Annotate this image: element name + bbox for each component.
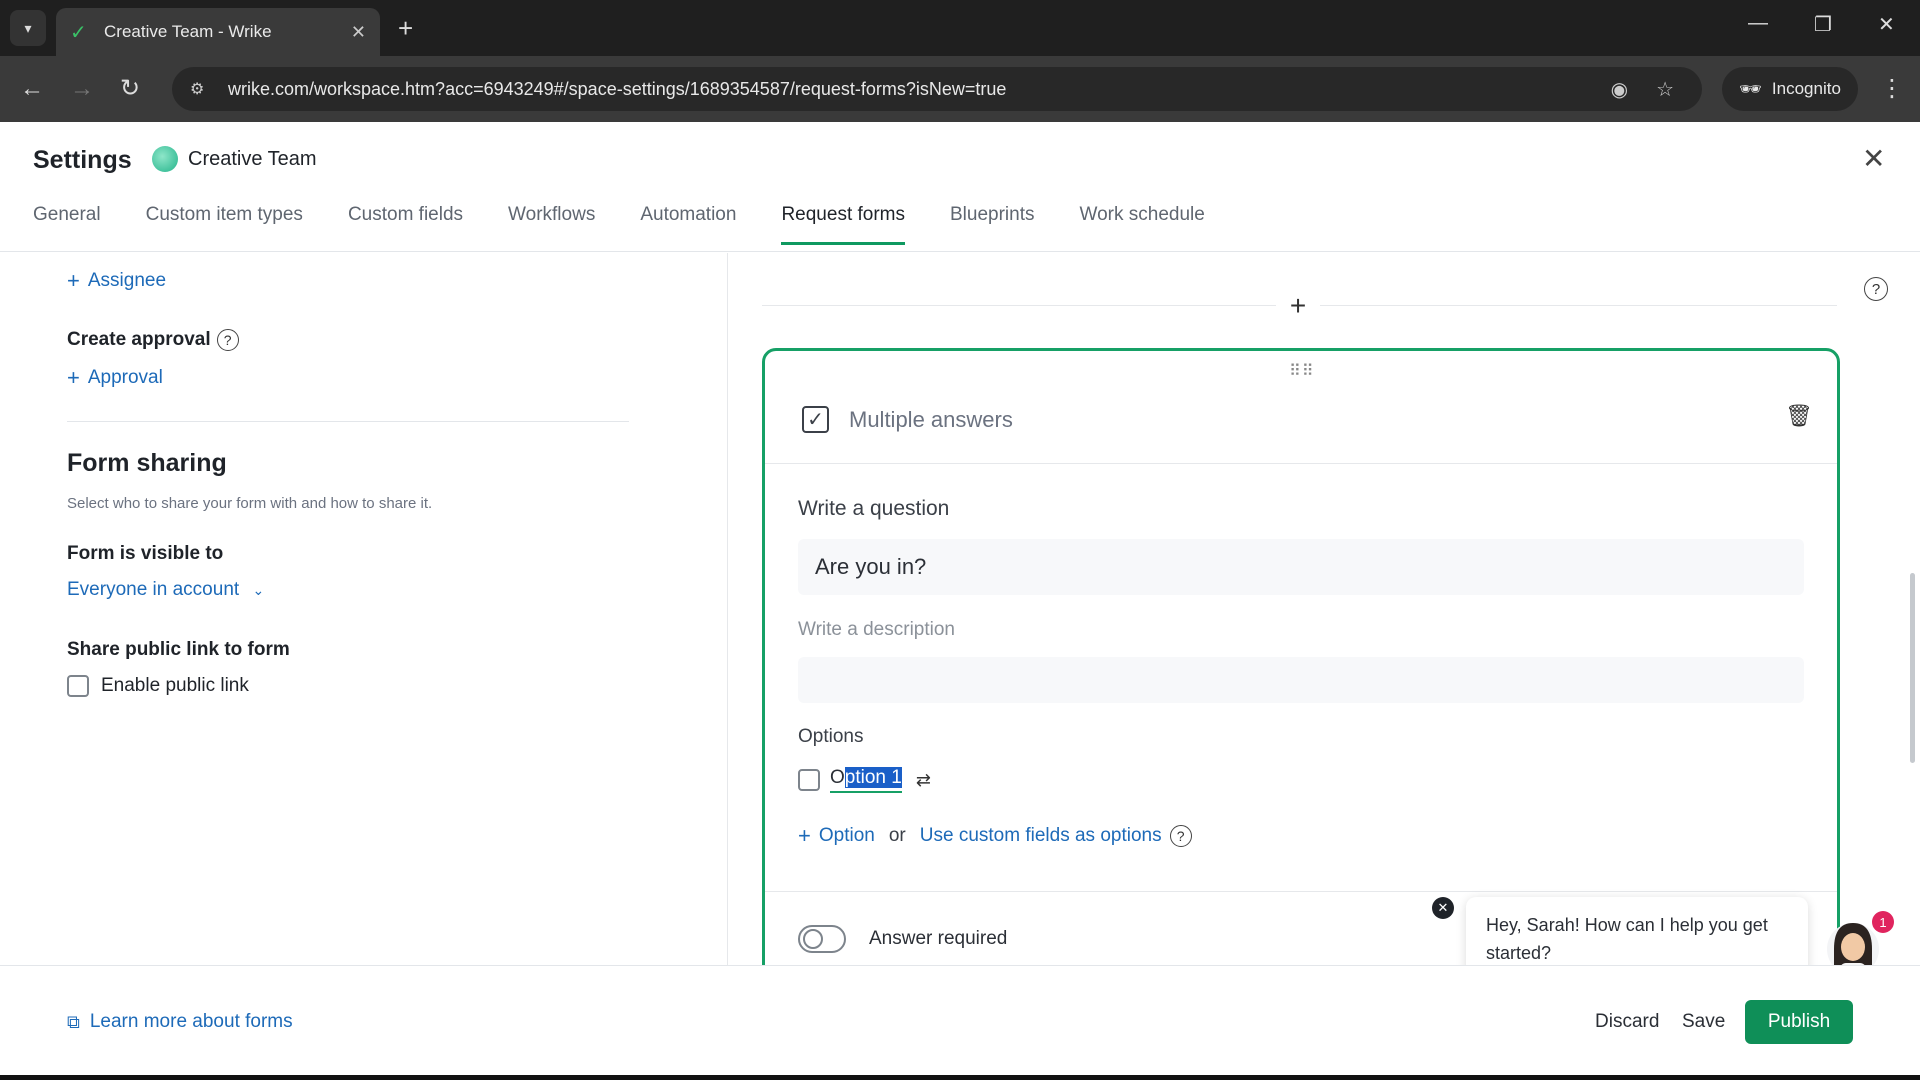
tab-search-icon[interactable]: ▾ (10, 10, 46, 46)
browser-menu-icon[interactable]: ⋮ (1880, 74, 1904, 103)
plus-icon: + (67, 365, 80, 390)
divider (765, 463, 1837, 464)
help-icon[interactable]: ? (1169, 825, 1192, 847)
incognito-indicator[interactable]: 🕶 Incognito (1722, 67, 1858, 111)
tab-general[interactable]: General (33, 204, 101, 245)
tab-title: Creative Team - Wrike (104, 22, 272, 41)
page-title: Settings (33, 146, 132, 174)
help-icon[interactable]: ? (216, 329, 239, 351)
write-description-label: Write a description (798, 619, 955, 640)
forward-icon[interactable]: → (70, 74, 94, 104)
divider (765, 891, 1837, 892)
question-card[interactable]: ⠿⠿ ✓ Multiple answers 🗑 Write a question… (762, 348, 1840, 965)
add-question-button[interactable]: + (1276, 284, 1320, 328)
tab-custom-fields[interactable]: Custom fields (348, 204, 463, 245)
discard-button[interactable]: Discard (1595, 1011, 1659, 1033)
chevron-down-icon: ⌄ (252, 582, 265, 598)
minimize-icon[interactable]: — (1748, 12, 1768, 35)
write-question-label: Write a question (798, 497, 950, 520)
publish-button[interactable]: Publish (1745, 1000, 1853, 1044)
add-option-row: + Option or Use custom fields as options… (798, 823, 1192, 849)
add-assignee-label: Assignee (87, 270, 167, 291)
settings-header: Settings Creative Team ✕ General Custom … (0, 122, 1920, 252)
settings-tabs: General Custom item types Custom fields … (33, 204, 1250, 245)
tab-request-forms[interactable]: Request forms (781, 204, 905, 245)
help-icon[interactable]: ? (1864, 277, 1888, 301)
external-link-icon: ⧉ (67, 1011, 80, 1032)
space-name: Creative Team (188, 148, 317, 170)
chat-close-icon[interactable]: ✕ (1432, 897, 1454, 919)
site-info-icon[interactable]: ⚙ (190, 79, 220, 99)
learn-more-label: Learn more about forms (89, 1011, 293, 1032)
space-avatar-icon (152, 146, 178, 172)
scrollbar-thumb[interactable] (1910, 573, 1915, 763)
add-option-link[interactable]: Option (819, 825, 875, 847)
eye-off-icon[interactable]: ◉ (1611, 77, 1628, 102)
tab-close-icon[interactable]: ✕ (351, 22, 366, 43)
window-close-icon[interactable]: ✕ (1878, 12, 1895, 37)
tab-automation[interactable]: Automation (640, 204, 736, 245)
option-text-selection: ption 1 (844, 767, 902, 788)
option-text-prefix: O (830, 767, 845, 788)
question-type-label[interactable]: Multiple answers (849, 407, 1013, 433)
create-approval-heading: Create approval ? (67, 329, 239, 351)
plus-icon: + (67, 268, 80, 293)
bookmark-star-icon[interactable]: ☆ (1656, 77, 1674, 102)
address-bar-area: ← → ↻ ⚙ wrike.com/workspace.htm?acc=6943… (0, 56, 1920, 122)
tab-workflows[interactable]: Workflows (508, 204, 595, 245)
incognito-label: Incognito (1771, 79, 1841, 98)
enable-public-link-row[interactable]: Enable public link (67, 675, 249, 697)
share-public-heading: Share public link to form (67, 639, 290, 660)
drag-handle-icon[interactable]: ⠿⠿ (1289, 361, 1314, 381)
option-checkbox[interactable] (798, 769, 820, 791)
visibility-value: Everyone in account (67, 579, 240, 600)
tab-work-schedule[interactable]: Work schedule (1080, 204, 1205, 245)
form-sharing-heading: Form sharing (67, 449, 227, 477)
form-sharing-description: Select who to share your form with and h… (67, 495, 433, 512)
option-row: Option 1 ⇄ (798, 767, 931, 793)
reload-icon[interactable]: ↻ (120, 74, 140, 104)
option-text-input[interactable]: Option 1 (830, 767, 902, 793)
question-input[interactable]: Are you in? (798, 539, 1804, 595)
visibility-dropdown[interactable]: Everyone in account ⌄ (67, 579, 264, 601)
form-builder-panel: + ? ⠿⠿ ✓ Multiple answers 🗑 Write a ques… (729, 253, 1920, 965)
toggle-knob (803, 929, 823, 949)
answer-required-toggle[interactable] (798, 925, 846, 953)
close-settings-icon[interactable]: ✕ (1862, 142, 1885, 175)
browser-tab[interactable]: ✓ Creative Team - Wrike ✕ (56, 8, 380, 56)
browser-tab-bar: ▾ ✓ Creative Team - Wrike ✕ + — ❐ ✕ (0, 0, 1920, 56)
wrike-favicon-icon: ✓ (70, 21, 87, 44)
form-settings-panel: + Assignee Create approval ? + Approval … (0, 253, 728, 965)
save-button[interactable]: Save (1682, 1011, 1725, 1033)
use-custom-fields-link[interactable]: Use custom fields as options (920, 825, 1162, 847)
divider (67, 421, 629, 422)
new-tab-icon[interactable]: + (398, 12, 413, 44)
tab-custom-item-types[interactable]: Custom item types (146, 204, 303, 245)
address-bar[interactable]: ⚙ wrike.com/workspace.htm?acc=6943249#/s… (172, 67, 1702, 111)
options-label: Options (798, 726, 864, 747)
or-text: or (888, 825, 906, 846)
visible-to-heading: Form is visible to (67, 543, 224, 564)
create-approval-label: Create approval (67, 329, 211, 350)
enable-public-link-checkbox[interactable] (67, 675, 89, 697)
answer-required-label: Answer required (869, 928, 1008, 949)
trash-icon[interactable]: 🗑 (1785, 403, 1813, 429)
add-approval-label: Approval (87, 367, 163, 388)
replace-icon[interactable]: ⇄ (916, 770, 931, 791)
settings-footer: ⧉ Learn more about forms Discard Save Pu… (0, 965, 1920, 1075)
back-icon[interactable]: ← (20, 74, 44, 104)
url-text[interactable]: wrike.com/workspace.htm?acc=6943249#/spa… (228, 79, 1611, 100)
checkbox-type-icon: ✓ (802, 406, 829, 433)
incognito-icon: 🕶 (1739, 78, 1762, 99)
description-input[interactable] (798, 657, 1804, 703)
tab-blueprints[interactable]: Blueprints (950, 204, 1035, 245)
add-assignee-button[interactable]: + Assignee (67, 268, 166, 294)
plus-icon: + (798, 823, 811, 848)
learn-more-link[interactable]: ⧉ Learn more about forms (67, 1011, 293, 1033)
restore-icon[interactable]: ❐ (1814, 12, 1832, 37)
enable-public-link-label: Enable public link (101, 675, 249, 696)
add-approval-button[interactable]: + Approval (67, 365, 163, 391)
notification-badge: 1 (1872, 911, 1894, 933)
bottom-edge (0, 1075, 1920, 1080)
